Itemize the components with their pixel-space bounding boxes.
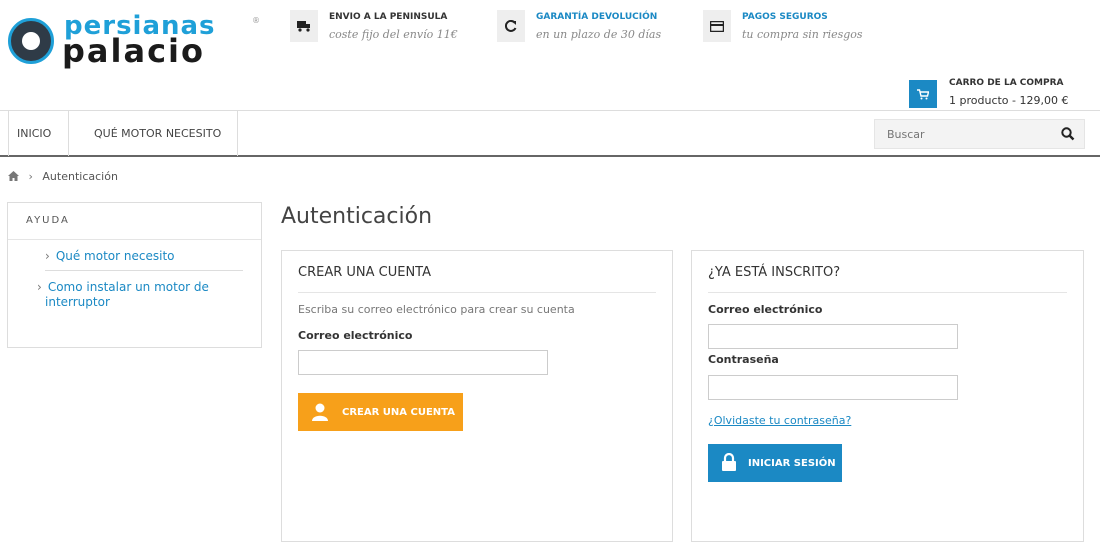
- login-button[interactable]: INICIAR SESIÓN: [708, 444, 842, 482]
- feature-guarantee: GARANTÍA DEVOLUCIÓN en un plazo de 30 dí…: [497, 10, 687, 44]
- login-button-label[interactable]: INICIAR SESIÓN: [748, 458, 836, 469]
- sidebar-item[interactable]: › Qué motor necesito: [45, 240, 243, 271]
- main-navigation: INICIO QUÉ MOTOR NECESITO: [0, 110, 1100, 157]
- header: persianas palacio ® ENVIO A LA PENINSULA…: [0, 0, 1100, 110]
- help-sidebar: AYUDA › Qué motor necesito › Como instalar…: [7, 202, 262, 348]
- nav-item-inicio[interactable]: INICIO: [8, 111, 70, 156]
- breadcrumb-separator: ›: [28, 170, 33, 183]
- refresh-icon: [497, 10, 525, 42]
- password-label: Contraseña: [708, 353, 779, 366]
- create-email-label: Correo electrónico: [298, 329, 413, 342]
- nav-item-que-motor-necesito[interactable]: QUÉ MOTOR NECESITO: [78, 111, 239, 156]
- create-email-field[interactable]: [298, 350, 548, 375]
- logo-icon: [8, 18, 54, 64]
- create-account-description: Escriba su correo electrónico para crear…: [298, 303, 575, 316]
- divider: [298, 292, 656, 293]
- sidebar-item-label[interactable]: Qué motor necesito: [56, 249, 175, 263]
- search-input[interactable]: [875, 120, 1045, 148]
- forgot-password-link[interactable]: ¿Olvidaste tu contraseña?: [708, 414, 851, 427]
- divider: [708, 292, 1067, 293]
- search-icon[interactable]: [1060, 126, 1076, 142]
- feature-subtitle: tu compra sin riesgos: [742, 28, 863, 41]
- feature-payments: PAGOS SEGUROS tu compra sin riesgos: [703, 10, 893, 44]
- shopping-cart-icon[interactable]: [909, 80, 937, 108]
- create-account-button-label[interactable]: CREAR UNA CUENTA: [342, 407, 455, 418]
- credit-card-icon: [703, 10, 731, 42]
- sidebar-item[interactable]: › Como instalar un motor de interruptor: [37, 271, 243, 316]
- sidebar-item-label[interactable]: Como instalar un motor de interruptor: [45, 280, 209, 309]
- page-title: Autenticación: [281, 204, 433, 229]
- cart-summary[interactable]: 1 producto - 129,00 €: [949, 94, 1068, 107]
- truck-icon: [290, 10, 318, 42]
- chevron-right-icon: ›: [45, 249, 50, 263]
- login-panel: ¿YA ESTÁ INSCRITO? Correo electrónico Co…: [691, 250, 1084, 542]
- feature-subtitle: coste fijo del envío 11€: [329, 28, 458, 41]
- feature-subtitle: en un plazo de 30 días: [536, 28, 662, 41]
- create-account-heading: CREAR UNA CUENTA: [298, 265, 432, 280]
- breadcrumb-current: Autenticación: [42, 170, 118, 183]
- feature-shipping: ENVIO A LA PENINSULA coste fijo del enví…: [290, 10, 480, 44]
- feature-title: GARANTÍA DEVOLUCIÓN: [536, 12, 658, 22]
- sidebar-list: › Qué motor necesito › Como instalar un mo…: [8, 240, 261, 316]
- login-email-label: Correo electrónico: [708, 303, 823, 316]
- password-field[interactable]: [708, 375, 958, 400]
- create-account-panel: CREAR UNA CUENTA Escriba su correo elect…: [281, 250, 673, 542]
- create-account-button[interactable]: CREAR UNA CUENTA: [298, 393, 463, 431]
- lock-icon: [722, 453, 736, 471]
- feature-title: ENVIO A LA PENINSULA: [329, 12, 448, 22]
- chevron-right-icon: ›: [37, 280, 42, 294]
- login-heading: ¿YA ESTÁ INSCRITO?: [708, 265, 841, 280]
- login-email-field[interactable]: [708, 324, 958, 349]
- breadcrumb: › Autenticación: [8, 170, 118, 183]
- cart-title[interactable]: CARRO DE LA COMPRA: [949, 78, 1064, 88]
- home-icon[interactable]: [8, 171, 19, 181]
- logo[interactable]: persianas palacio ®: [8, 10, 260, 70]
- sidebar-title: AYUDA: [8, 203, 261, 240]
- registered-mark: ®: [252, 16, 260, 25]
- logo-text-bottom: palacio: [62, 32, 205, 70]
- feature-title: PAGOS SEGUROS: [742, 12, 828, 22]
- cart-widget[interactable]: CARRO DE LA COMPRA 1 producto - 129,00 €: [909, 76, 1099, 110]
- user-icon: [312, 403, 328, 421]
- search-box: [874, 119, 1085, 149]
